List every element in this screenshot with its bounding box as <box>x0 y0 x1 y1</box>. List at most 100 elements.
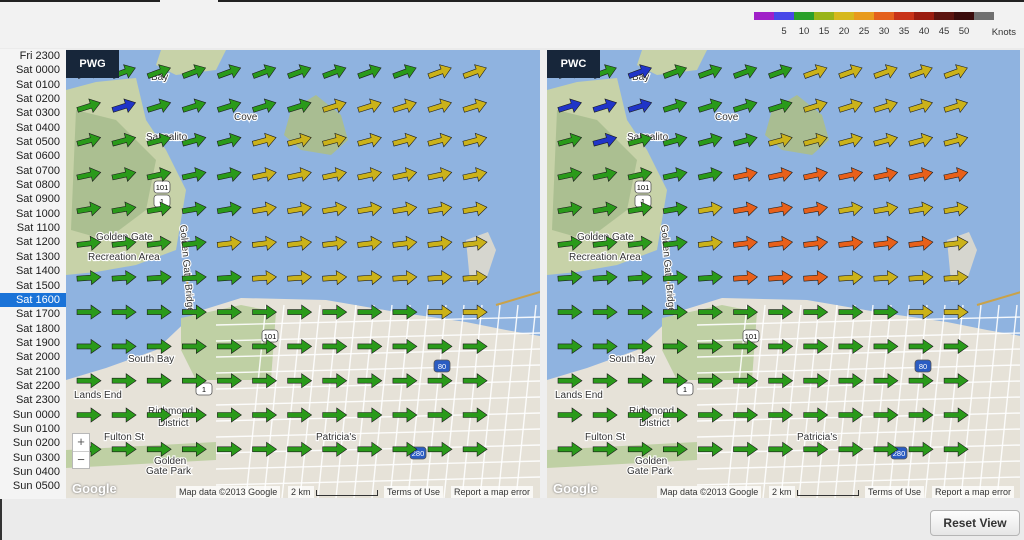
legend-label: 20 <box>838 26 850 37</box>
legend-color-bar <box>754 12 994 20</box>
legend-label: 10 <box>798 26 810 37</box>
time-item[interactable]: Sat 0200 <box>0 92 66 106</box>
panel-divider <box>540 50 547 498</box>
map-label-lands-end: Lands End <box>74 390 122 401</box>
time-item[interactable]: Sun 0400 <box>0 465 66 479</box>
legend-label: 25 <box>858 26 870 37</box>
wind-map[interactable]: BayCoveSausalitoGolden GateRecreation Ar… <box>66 50 540 498</box>
time-item[interactable]: Sat 2100 <box>0 365 66 379</box>
report-map-error-link[interactable]: Report a map error <box>451 486 534 498</box>
map-label-cove: Cove <box>715 112 739 123</box>
shield-number: 80 <box>919 362 927 371</box>
legend-swatch <box>814 12 834 20</box>
legend-swatch <box>914 12 934 20</box>
scale-bar <box>797 490 859 496</box>
legend-swatch <box>894 12 914 20</box>
map-label-recreation-area: Recreation Area <box>569 252 641 263</box>
time-item[interactable]: Sat 1400 <box>0 264 66 278</box>
time-item[interactable]: Sun 0300 <box>0 451 66 465</box>
shield-number: 101 <box>637 183 650 192</box>
time-item[interactable]: Sun 0100 <box>0 422 66 436</box>
map-label-gate-park: Gate Park <box>146 466 192 477</box>
legend-label: 45 <box>938 26 950 37</box>
forecast-time-list[interactable]: Fri 2300 Sat 0000 Sat 0100 Sat 0200 Sat 0300… <box>0 49 66 499</box>
shield-number: 101 <box>156 183 169 192</box>
time-item[interactable]: Sat 1900 <box>0 336 66 350</box>
time-item[interactable]: Sat 0100 <box>0 78 66 92</box>
report-map-error-link[interactable]: Report a map error <box>932 486 1015 498</box>
map-data-attribution: Map data ©2013 Google <box>657 486 762 498</box>
map-label-lands-end: Lands End <box>555 390 603 401</box>
time-item[interactable]: Sun 0000 <box>0 408 66 422</box>
legend-label: 15 <box>818 26 830 37</box>
legend-swatch <box>794 12 814 20</box>
time-item[interactable]: Sat 2000 <box>0 350 66 364</box>
wind-map[interactable]: BayCoveSausalitoGolden GateRecreation Ar… <box>547 50 1020 498</box>
time-item[interactable]: Sat 2300 <box>0 393 66 407</box>
time-item[interactable]: Sat 1600 <box>0 292 66 308</box>
time-item[interactable]: Sat 1300 <box>0 250 66 264</box>
legend-label: 35 <box>898 26 910 37</box>
time-item[interactable]: Sat 0000 <box>0 63 66 77</box>
zoom-out-button[interactable]: − <box>554 452 570 469</box>
zoom-out-button[interactable]: − <box>73 452 89 469</box>
reset-view-button[interactable]: Reset View <box>930 510 1020 536</box>
legend-label: 50 <box>958 26 970 37</box>
time-item[interactable]: Sat 0300 <box>0 106 66 120</box>
map-label-gate-park: Gate Park <box>627 466 673 477</box>
map-label-south-bay: South Bay <box>609 354 655 365</box>
scale-bar <box>316 490 378 496</box>
shield-number: 1 <box>202 385 206 394</box>
map-label-cove: Cove <box>234 112 258 123</box>
map-label-patricias: Patricia's <box>797 432 837 443</box>
time-item[interactable]: Sat 1100 <box>0 221 66 235</box>
legend-labels: 5 10 15 20 25 30 35 40 45 50 <box>754 26 994 37</box>
terms-of-use-link[interactable]: Terms of Use <box>865 486 925 498</box>
legend-swatch <box>854 12 874 20</box>
time-item[interactable]: Sat 1700 <box>0 307 66 321</box>
time-item[interactable]: Sun 0500 <box>0 479 66 493</box>
map-panel-pwg[interactable]: BayCoveSausalitoGolden GateRecreation Ar… <box>66 50 540 498</box>
wind-speed-legend: 5 10 15 20 25 30 35 40 45 50 Knots <box>754 12 1016 38</box>
time-item[interactable]: Sat 0400 <box>0 121 66 135</box>
map-label-recreation-area: Recreation Area <box>88 252 160 263</box>
google-logo: Google <box>553 481 598 496</box>
time-item[interactable]: Sat 1200 <box>0 235 66 249</box>
time-item[interactable]: Sat 0600 <box>0 149 66 163</box>
zoom-in-button[interactable]: + <box>73 434 89 452</box>
shield-number: 1 <box>683 385 687 394</box>
time-item[interactable]: Sat 2200 <box>0 379 66 393</box>
route-101-shield: 101 <box>742 329 760 343</box>
time-item[interactable]: Sat 1000 <box>0 207 66 221</box>
map-panel-pwc[interactable]: BayCoveSausalitoGolden GateRecreation Ar… <box>547 50 1020 498</box>
legend-swatch <box>834 12 854 20</box>
legend-unit: Knots <box>991 27 1016 38</box>
time-item[interactable]: Fri 2300 <box>0 49 66 63</box>
time-item[interactable]: Sat 0900 <box>0 192 66 206</box>
time-item[interactable]: Sat 0500 <box>0 135 66 149</box>
legend-swatch <box>934 12 954 20</box>
map-label-south-bay: South Bay <box>128 354 174 365</box>
shield-number: 80 <box>438 362 446 371</box>
legend-swatch <box>954 12 974 20</box>
time-item[interactable]: Sat 0700 <box>0 164 66 178</box>
scale-label: 2 km <box>769 486 795 498</box>
map-label-patricias: Patricia's <box>316 432 356 443</box>
time-item[interactable]: Sat 1500 <box>0 279 66 293</box>
route-101-shield: 101 <box>261 329 279 343</box>
interstate-80-shield: 80 <box>433 359 451 373</box>
terms-of-use-link[interactable]: Terms of Use <box>384 486 444 498</box>
zoom-control[interactable]: + − <box>72 433 90 469</box>
zoom-in-button[interactable]: + <box>554 434 570 452</box>
legend-label: 30 <box>878 26 890 37</box>
legend-swatch <box>774 12 794 20</box>
time-item[interactable]: Sun 0200 <box>0 436 66 450</box>
map-data-attribution: Map data ©2013 Google <box>176 486 281 498</box>
route-101-shield: 101 <box>634 180 652 194</box>
time-item[interactable]: Sat 1800 <box>0 322 66 336</box>
shield-number: 101 <box>264 332 277 341</box>
route-101-shield: 101 <box>153 180 171 194</box>
legend-spacer <box>754 26 774 37</box>
time-item[interactable]: Sat 0800 <box>0 178 66 192</box>
tab-notch <box>160 0 218 4</box>
